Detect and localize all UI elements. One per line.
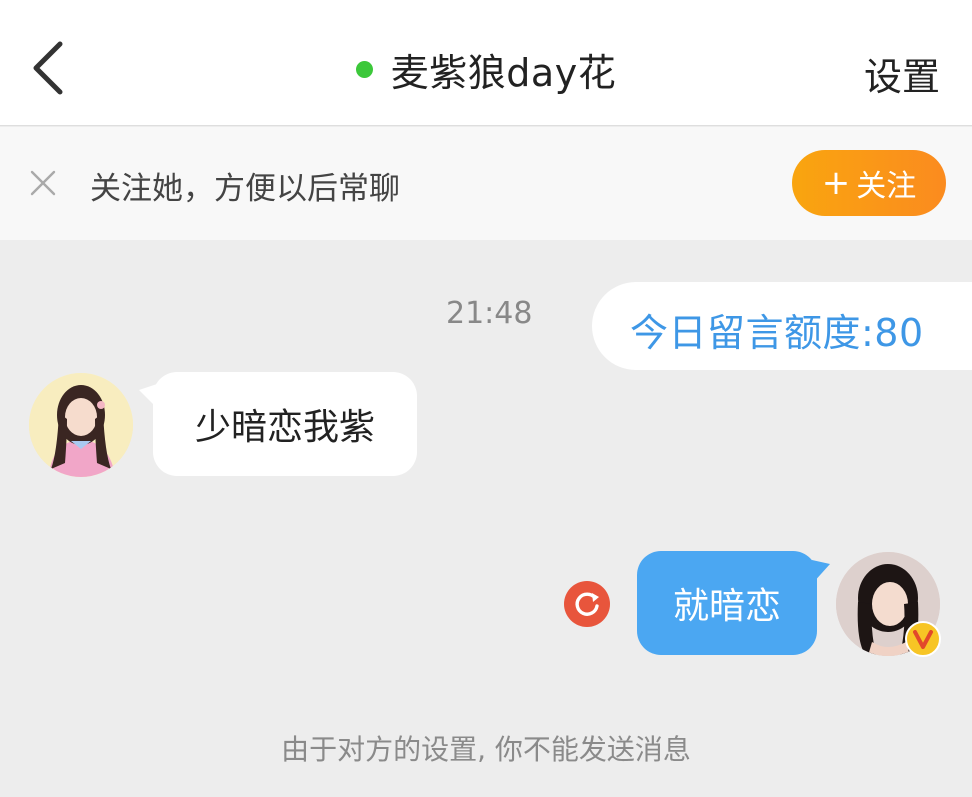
follow-button[interactable]: + 关注	[792, 150, 946, 216]
resend-icon[interactable]	[563, 580, 611, 628]
close-icon[interactable]	[30, 170, 56, 196]
follow-suggestion-text: 关注她，方便以后常聊	[90, 171, 400, 207]
message-timestamp: 21:48	[446, 296, 533, 331]
chat-title: 麦紫狼day花	[390, 50, 617, 95]
send-restriction-notice: 由于对方的设置, 你不能发送消息	[281, 733, 691, 766]
outgoing-message-bubble[interactable]: 就暗恋	[637, 551, 817, 655]
vip-badge-icon	[905, 621, 941, 657]
online-status-dot	[355, 60, 373, 78]
incoming-message-bubble[interactable]: 少暗恋我紫	[153, 372, 417, 476]
contact-avatar[interactable]	[29, 373, 133, 477]
follow-button-label: 关注	[856, 169, 917, 204]
outgoing-message-text: 就暗恋	[672, 586, 781, 627]
chat-title-area: 麦紫狼day花	[0, 44, 972, 95]
contact-avatar-image	[29, 373, 133, 477]
chat-header: 麦紫狼day花 设置	[0, 0, 972, 126]
settings-button[interactable]: 设置	[864, 46, 940, 101]
incoming-message-text: 少暗恋我紫	[194, 407, 375, 448]
quota-notice-text: 今日留言额度:80	[630, 311, 924, 355]
bubble-tail	[812, 560, 830, 584]
plus-icon: +	[821, 163, 851, 203]
